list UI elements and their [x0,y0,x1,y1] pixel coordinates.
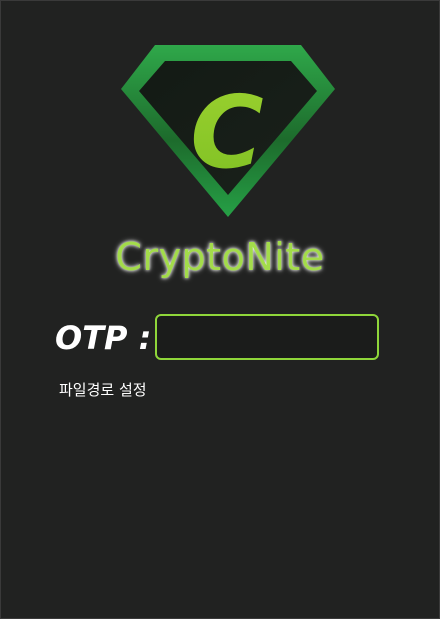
app-window: C CryptoNite OTP : 파일경로 설정 [0,0,440,619]
otp-label: OTP : [55,319,152,357]
file-path-setting-link[interactable]: 파일경로 설정 [59,379,147,400]
logo-letter: C [190,74,263,191]
crest-c-logo-icon: C [119,43,337,219]
otp-input[interactable] [155,314,379,360]
app-title: CryptoNite [115,235,325,279]
